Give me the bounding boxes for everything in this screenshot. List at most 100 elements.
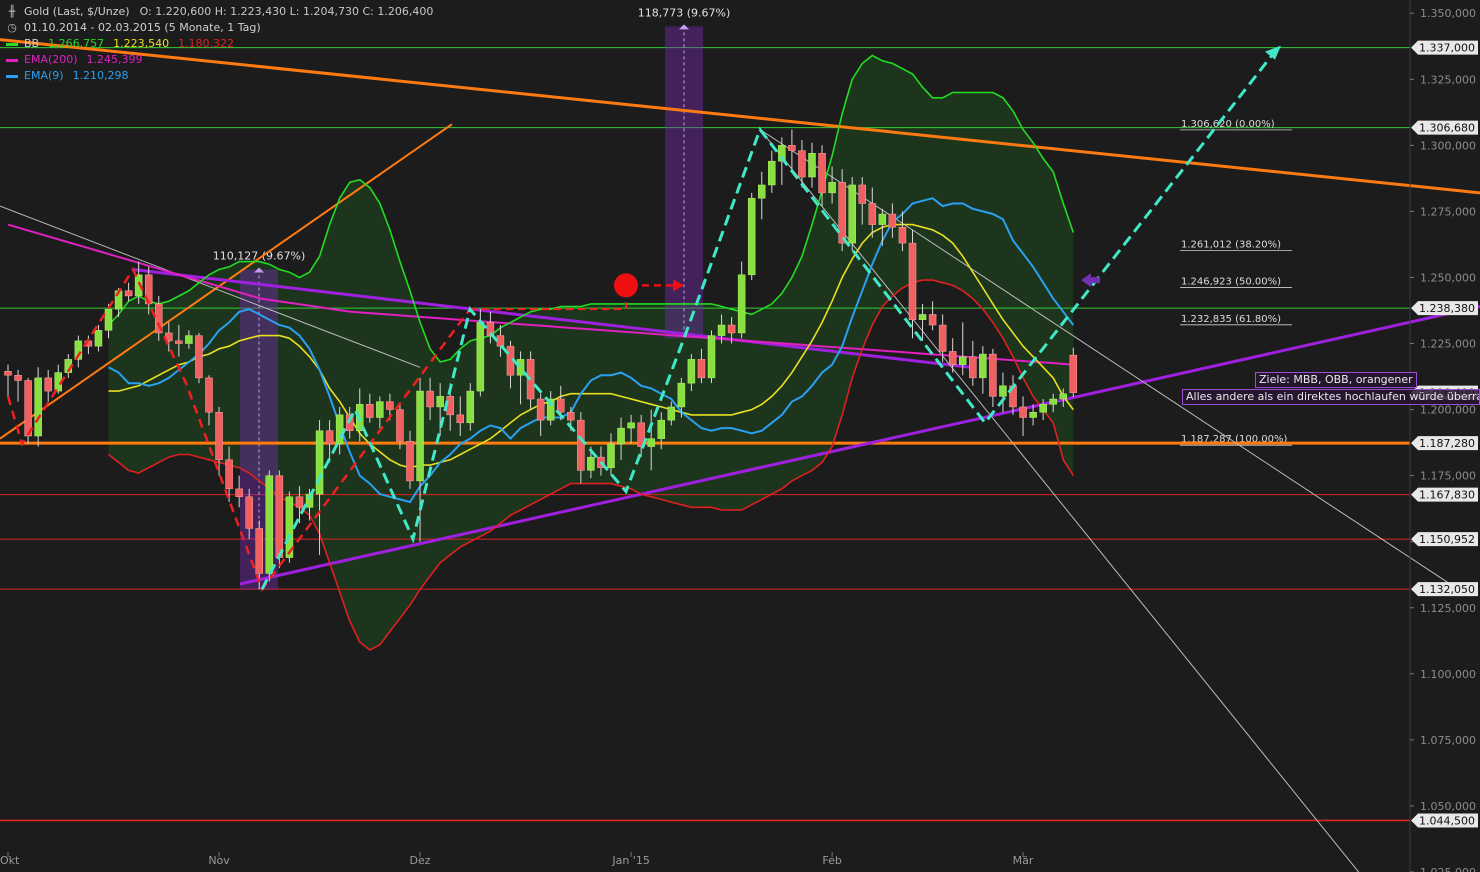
candle-body-61 bbox=[617, 427, 625, 445]
candle-body-106 bbox=[1069, 354, 1078, 393]
chart-legend: ╫ Gold (Last, $/Unze) O: 1.220,600 H: 1.… bbox=[6, 4, 433, 84]
x-tick-label-3: Jan '15 bbox=[611, 854, 649, 867]
bb-middle-value: 1.223,540 bbox=[113, 37, 170, 50]
fib-label-2: 1.246,923 (50.00%) bbox=[1181, 277, 1281, 288]
instrument-title: Gold (Last, $/Unze) bbox=[24, 5, 130, 18]
candle-body-85 bbox=[858, 184, 866, 204]
candle-body-97 bbox=[979, 353, 987, 379]
candle-body-27 bbox=[275, 475, 284, 558]
candlestick-icon: ╫ bbox=[8, 5, 16, 18]
candle-body-43 bbox=[436, 396, 444, 408]
price-chart[interactable]: 1.306,620 (0.00%) 1.261,012 (38.20%) 1.246… bbox=[0, 0, 1480, 872]
y-tick-label-10: 1.275,000 bbox=[1420, 205, 1476, 218]
candle-body-10 bbox=[104, 308, 113, 331]
legend-ema9-row[interactable]: EMA(9) 1.210,298 bbox=[6, 68, 433, 84]
candle-body-57 bbox=[577, 419, 585, 471]
candle-body-99 bbox=[999, 385, 1007, 397]
candle-body-45 bbox=[456, 414, 464, 424]
bb-upper-value: 1.266,757 bbox=[48, 37, 105, 50]
candle-body-96 bbox=[969, 356, 977, 379]
legend-ema200-row[interactable]: EMA(200) 1.245,399 bbox=[6, 52, 433, 68]
candle-body-49 bbox=[496, 335, 505, 347]
x-tick-label-1: Nov bbox=[208, 854, 230, 867]
candle-body-88 bbox=[888, 213, 897, 228]
candle-body-18 bbox=[185, 335, 193, 344]
candle-body-82 bbox=[828, 182, 836, 194]
candle-body-105 bbox=[1059, 393, 1067, 400]
candle-body-70 bbox=[707, 335, 716, 379]
ema200-name: EMA(200) bbox=[24, 53, 78, 66]
candle-body-80 bbox=[808, 153, 816, 178]
y-tick-label-12: 1.325,000 bbox=[1420, 73, 1476, 86]
candle-body-69 bbox=[697, 359, 706, 379]
level-tag-label-6: 1.150,952 bbox=[1419, 533, 1475, 546]
y-tick-label-9: 1.250,000 bbox=[1420, 271, 1476, 284]
candle-body-98 bbox=[989, 353, 997, 397]
candle-body-74 bbox=[747, 197, 756, 276]
y-tick-label-7: 1.200,000 bbox=[1420, 404, 1476, 417]
y-tick-label-11: 1.300,000 bbox=[1420, 139, 1476, 152]
candle-body-19 bbox=[195, 335, 203, 379]
ema200-value: 1.245,399 bbox=[86, 53, 143, 66]
candle-body-40 bbox=[406, 441, 414, 482]
candle-body-95 bbox=[959, 356, 967, 365]
candle-body-94 bbox=[948, 351, 957, 365]
level-tag-label-5: 1.167,830 bbox=[1419, 489, 1475, 502]
candle-body-104 bbox=[1049, 398, 1057, 405]
candle-body-9 bbox=[94, 330, 103, 347]
candle-body-72 bbox=[727, 324, 736, 334]
bb-name: BB bbox=[24, 37, 40, 50]
y-tick-label-1: 1.050,000 bbox=[1420, 800, 1476, 813]
candle-body-101 bbox=[1019, 406, 1027, 418]
ema9-swatch bbox=[6, 74, 18, 78]
candle-body-36 bbox=[366, 404, 374, 418]
target-note[interactable]: Ziele: MBB, OBB, orangener bbox=[1255, 372, 1417, 388]
candle-body-29 bbox=[295, 496, 304, 508]
candle-body-17 bbox=[175, 340, 183, 344]
candle-body-39 bbox=[396, 409, 404, 442]
candle-body-93 bbox=[938, 324, 947, 352]
candle-body-3 bbox=[34, 377, 42, 437]
candle-body-21 bbox=[215, 411, 223, 461]
date-range: 01.10.2014 - 02.03.2015 (5 Monate, 1 Tag… bbox=[24, 21, 261, 34]
candle-body-1 bbox=[14, 374, 22, 381]
candle-body-60 bbox=[607, 443, 615, 468]
candle-body-73 bbox=[737, 274, 746, 334]
level-tag-6: 1.150,952 bbox=[1411, 532, 1478, 547]
candle-body-66 bbox=[667, 406, 676, 421]
candle-body-33 bbox=[335, 414, 344, 445]
level-tag-4: 1.187,280 bbox=[1411, 436, 1478, 451]
fib-label-1: 1.261,012 (38.20%) bbox=[1181, 239, 1281, 250]
candle-body-37 bbox=[376, 401, 384, 418]
level-tag-label-2: 1.238,380 bbox=[1419, 302, 1475, 315]
candle-body-47 bbox=[476, 322, 485, 392]
x-tick-label-2: Dez bbox=[410, 854, 431, 867]
bb-swatch bbox=[6, 42, 18, 46]
y-tick-label-8: 1.225,000 bbox=[1420, 338, 1476, 351]
y-tick-label-4: 1.125,000 bbox=[1420, 602, 1476, 615]
legend-bb-row[interactable]: BB 1.266,757 1.223,540 1.180,322 bbox=[6, 36, 433, 52]
level-tag-8: 1.044,500 bbox=[1411, 813, 1478, 828]
clock-icon: ◷ bbox=[7, 21, 17, 34]
candle-body-4 bbox=[44, 377, 52, 392]
warning-note[interactable]: Alles andere als ein direktes hochlaufen… bbox=[1182, 389, 1480, 405]
candle-body-71 bbox=[717, 324, 726, 336]
candle-body-25 bbox=[255, 528, 263, 574]
fib-label-3: 1.232,835 (61.80%) bbox=[1181, 314, 1281, 325]
candle-body-42 bbox=[426, 390, 434, 408]
candle-body-78 bbox=[788, 145, 796, 151]
candle-body-84 bbox=[848, 184, 856, 244]
candle-body-12 bbox=[124, 290, 133, 297]
level-tag-label-8: 1.044,500 bbox=[1419, 814, 1475, 827]
candle-body-92 bbox=[928, 314, 937, 326]
candle-body-89 bbox=[898, 226, 907, 244]
ema9-value: 1.210,298 bbox=[72, 69, 129, 82]
level-tag-7: 1.132,050 bbox=[1411, 582, 1478, 597]
fib-label-0: 1.306,620 (0.00%) bbox=[1181, 119, 1275, 130]
candle-body-67 bbox=[677, 382, 686, 408]
range-label-1: 118,773 (9.67%) bbox=[638, 6, 731, 19]
candle-body-103 bbox=[1039, 404, 1047, 413]
level-tag-1: 1.306,680 bbox=[1411, 120, 1478, 135]
candle-body-75 bbox=[758, 184, 766, 199]
y-tick-label-0: 1.025,000 bbox=[1420, 866, 1476, 872]
